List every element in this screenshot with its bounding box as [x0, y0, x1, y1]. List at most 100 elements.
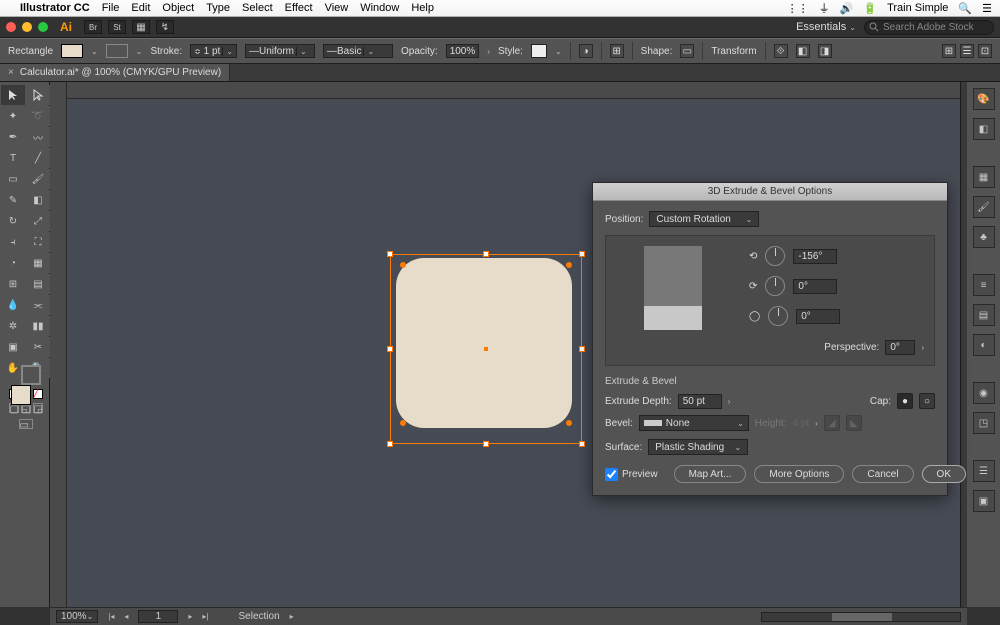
- extrude-depth-slider-button[interactable]: ›: [728, 397, 731, 406]
- arrange-documents-button[interactable]: ▦: [132, 20, 150, 34]
- document-tab[interactable]: × Calculator.ai* @ 100% (CMYK/GPU Previe…: [0, 64, 230, 81]
- menu-window[interactable]: Window: [360, 2, 399, 14]
- slice-tool[interactable]: ✂: [26, 337, 50, 357]
- ok-button[interactable]: OK: [922, 465, 966, 483]
- resize-handle-sw[interactable]: [387, 441, 393, 447]
- volume-icon[interactable]: 🔊: [840, 2, 854, 15]
- screen-mode-button[interactable]: ▭: [19, 419, 33, 429]
- line-tool[interactable]: ╱: [26, 148, 50, 168]
- column-graph-tool[interactable]: ▮▮: [26, 316, 50, 336]
- rounded-rectangle-shape[interactable]: [396, 258, 572, 428]
- opacity-field[interactable]: 100%: [446, 44, 480, 58]
- panel-menu-2-button[interactable]: ☰: [960, 44, 974, 58]
- menu-edit[interactable]: Edit: [131, 2, 150, 14]
- menu-file[interactable]: File: [102, 2, 120, 14]
- menu-select[interactable]: Select: [242, 2, 273, 14]
- stock-button[interactable]: St: [108, 20, 126, 34]
- blend-tool[interactable]: ⫘: [26, 295, 50, 315]
- selected-object[interactable]: [390, 254, 582, 444]
- appearance-panel-icon[interactable]: ◉: [973, 382, 995, 404]
- artboard-prev-first-button[interactable]: |◂: [108, 612, 114, 621]
- rotate-y-input[interactable]: 0°: [793, 279, 837, 294]
- artboards-panel-icon[interactable]: ▣: [973, 490, 995, 512]
- spotlight-icon[interactable]: 🔍: [958, 2, 972, 15]
- resize-handle-se[interactable]: [579, 441, 585, 447]
- corner-widget-se[interactable]: [566, 420, 572, 426]
- stroke-swatch[interactable]: [106, 44, 128, 58]
- menu-help[interactable]: Help: [411, 2, 434, 14]
- menu-app[interactable]: Illustrator CC: [20, 2, 90, 14]
- resize-handle-e[interactable]: [579, 346, 585, 352]
- resize-handle-ne[interactable]: [579, 251, 585, 257]
- resize-handle-w[interactable]: [387, 346, 393, 352]
- fill-stroke-proxy[interactable]: ╱ ▢ ◱ ◲ ▭: [1, 379, 50, 399]
- align-button[interactable]: ⊞: [610, 44, 624, 58]
- rotate-z-knob[interactable]: [768, 306, 788, 326]
- resize-handle-nw[interactable]: [387, 251, 393, 257]
- shape-button-label[interactable]: Shape:: [641, 46, 673, 57]
- fill-proxy[interactable]: [11, 385, 31, 405]
- rectangle-tool[interactable]: ▭: [1, 169, 25, 189]
- symbol-sprayer-tool[interactable]: ✲: [1, 316, 25, 336]
- scrollbar-thumb[interactable]: [832, 613, 892, 621]
- artboard-tool[interactable]: ▣: [1, 337, 25, 357]
- color-guide-panel-icon[interactable]: ◧: [973, 118, 995, 140]
- opacity-dropdown[interactable]: ›: [487, 47, 490, 56]
- style-dropdown[interactable]: ⌄: [555, 47, 562, 56]
- lasso-tool[interactable]: ➰: [26, 106, 50, 126]
- horizontal-ruler[interactable]: [67, 82, 960, 99]
- panel-menu-3-button[interactable]: ⊡: [978, 44, 992, 58]
- battery-icon[interactable]: 🔋: [863, 2, 877, 15]
- selection-tool[interactable]: [1, 85, 25, 105]
- isolate-button[interactable]: ⟐: [774, 44, 788, 58]
- type-tool[interactable]: T: [1, 148, 25, 168]
- menubar-user[interactable]: Train Simple: [887, 2, 948, 14]
- wifi-icon[interactable]: ⏚: [819, 0, 830, 16]
- stroke-proxy[interactable]: [21, 365, 41, 385]
- more-options-button[interactable]: More Options: [754, 465, 844, 483]
- style-swatch[interactable]: [531, 44, 547, 58]
- position-dropdown[interactable]: Custom Rotation⌄: [649, 211, 759, 227]
- extrude-depth-input[interactable]: 50 pt: [678, 394, 722, 409]
- surface-dropdown[interactable]: Plastic Shading⌄: [648, 439, 748, 455]
- perspective-input[interactable]: 0°: [885, 340, 915, 355]
- corner-widget-sw[interactable]: [400, 420, 406, 426]
- rotation-cube-preview[interactable]: [616, 246, 731, 340]
- artboard-next-last-button[interactable]: ▸|: [202, 612, 208, 621]
- rotate-z-input[interactable]: 0°: [796, 309, 840, 324]
- perspective-grid-tool[interactable]: ▦: [26, 253, 50, 273]
- cap-on-button[interactable]: ●: [897, 393, 913, 409]
- direct-selection-tool[interactable]: [26, 85, 50, 105]
- map-art-button[interactable]: Map Art...: [674, 465, 747, 483]
- workspace-switcher[interactable]: Essentials ⌄: [796, 21, 856, 33]
- swatches-panel-icon[interactable]: ▦: [973, 166, 995, 188]
- rotate-x-knob[interactable]: [765, 246, 785, 266]
- stroke-profile-field[interactable]: — Uniform⌄: [245, 44, 315, 58]
- shaper-tool[interactable]: ✎: [1, 190, 25, 210]
- graphic-styles-panel-icon[interactable]: ◳: [973, 412, 995, 434]
- menu-type[interactable]: Type: [206, 2, 230, 14]
- cancel-button[interactable]: Cancel: [852, 465, 913, 483]
- menu-object[interactable]: Object: [162, 2, 194, 14]
- eyedropper-tool[interactable]: 💧: [1, 295, 25, 315]
- artboard-next-button[interactable]: ▸: [188, 612, 192, 621]
- draw-inside-button[interactable]: ◲: [33, 403, 43, 413]
- free-transform-tool[interactable]: ⛶: [26, 232, 50, 252]
- bevel-dropdown[interactable]: None⌄: [639, 415, 749, 431]
- recolor-artwork-button[interactable]: ◑: [579, 44, 593, 58]
- transparency-panel-icon[interactable]: ◐: [973, 334, 995, 356]
- status-menu-button[interactable]: ▸: [290, 612, 294, 621]
- zoom-level-field[interactable]: 100% ⌄: [56, 610, 98, 623]
- corner-widget-ne[interactable]: [566, 262, 572, 268]
- close-window-button[interactable]: [6, 22, 16, 32]
- scale-tool[interactable]: ⤢: [26, 211, 50, 231]
- rotate-tool[interactable]: ↻: [1, 211, 25, 231]
- pen-tool[interactable]: ✒: [1, 127, 25, 147]
- transform-button[interactable]: Transform: [711, 46, 756, 57]
- artboard-prev-button[interactable]: ◂: [124, 612, 128, 621]
- edit-clip-button[interactable]: ◧: [796, 44, 810, 58]
- preview-checkbox[interactable]: Preview: [605, 468, 658, 481]
- zoom-window-button[interactable]: [38, 22, 48, 32]
- edit-contents-button[interactable]: ◨: [818, 44, 832, 58]
- width-tool[interactable]: ⫞: [1, 232, 25, 252]
